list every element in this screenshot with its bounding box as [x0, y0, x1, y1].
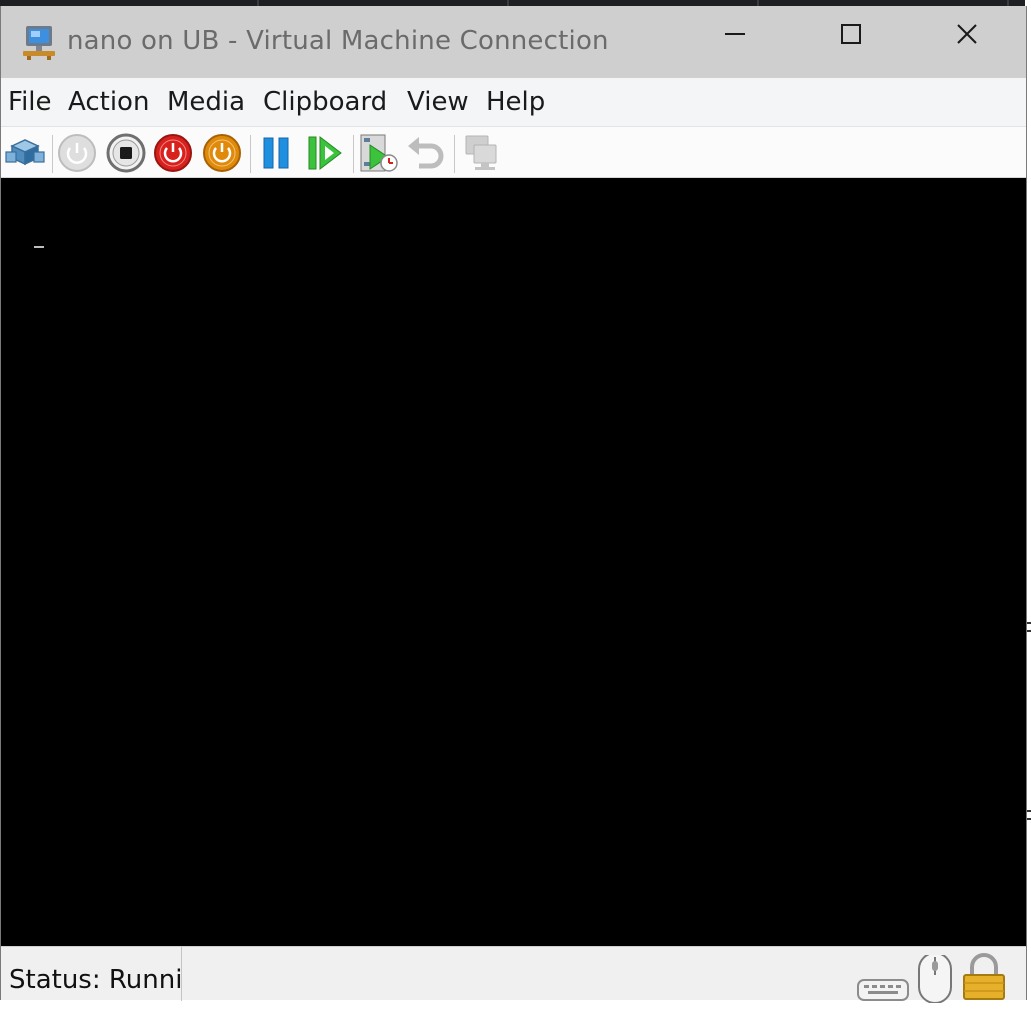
- close-button[interactable]: [909, 6, 1025, 62]
- revert-button[interactable]: [405, 132, 447, 174]
- mouse-icon: [915, 952, 955, 1007]
- maximize-button[interactable]: [793, 6, 909, 62]
- menu-action[interactable]: Action: [68, 87, 149, 117]
- turn-off-button[interactable]: [105, 132, 147, 174]
- revert-icon: [408, 137, 444, 169]
- console-cursor: [34, 246, 44, 248]
- power-orange-icon: [203, 134, 241, 172]
- power-start-icon: [58, 134, 96, 172]
- toolbar-separator: [353, 135, 354, 173]
- minimize-icon: [725, 33, 745, 35]
- window-title: nano on UB - Virtual Machine Connection: [67, 26, 609, 56]
- reset-button[interactable]: [303, 132, 345, 174]
- ctrl-alt-del-icon: [5, 139, 45, 166]
- maximize-icon: [841, 24, 861, 44]
- menu-view[interactable]: View: [407, 87, 469, 117]
- vm-display[interactable]: [1, 178, 1026, 946]
- minimize-button[interactable]: [677, 6, 793, 62]
- save-button[interactable]: [201, 132, 243, 174]
- enhanced-session-button[interactable]: [460, 132, 502, 174]
- menu-bar: File Action Media Clipboard View Help: [1, 78, 1026, 126]
- pause-icon: [263, 137, 289, 169]
- vm-connection-window: nano on UB - Virtual Machine Connection …: [0, 6, 1027, 1004]
- menu-media[interactable]: Media: [167, 87, 245, 117]
- lock-icon: [961, 953, 1007, 1005]
- checkpoint-button[interactable]: [358, 132, 400, 174]
- power-red-icon: [154, 134, 192, 172]
- menu-help[interactable]: Help: [486, 87, 545, 117]
- menu-clipboard[interactable]: Clipboard: [263, 87, 387, 117]
- vm-connection-app-icon[interactable]: [21, 22, 57, 62]
- pause-button[interactable]: [255, 132, 297, 174]
- status-text: Status: Runni: [9, 965, 181, 995]
- menu-file[interactable]: File: [8, 87, 52, 117]
- toolbar: [1, 126, 1026, 178]
- toolbar-separator: [52, 135, 53, 173]
- status-separator: [181, 947, 182, 1001]
- toolbar-separator: [454, 135, 455, 173]
- reset-icon: [308, 135, 342, 171]
- title-bar[interactable]: nano on UB - Virtual Machine Connection: [1, 6, 1026, 78]
- status-bar: Status: Runni: [1, 946, 1026, 1004]
- enhanced-session-icon: [465, 135, 497, 170]
- checkpoint-icon: [360, 134, 398, 172]
- toolbar-separator: [250, 135, 251, 173]
- close-icon: [957, 24, 977, 44]
- start-button[interactable]: [56, 132, 98, 174]
- shut-down-button[interactable]: [152, 132, 194, 174]
- stop-icon: [106, 133, 146, 173]
- keyboard-icon: [857, 979, 909, 1005]
- ctrl-alt-del-button[interactable]: [4, 132, 46, 174]
